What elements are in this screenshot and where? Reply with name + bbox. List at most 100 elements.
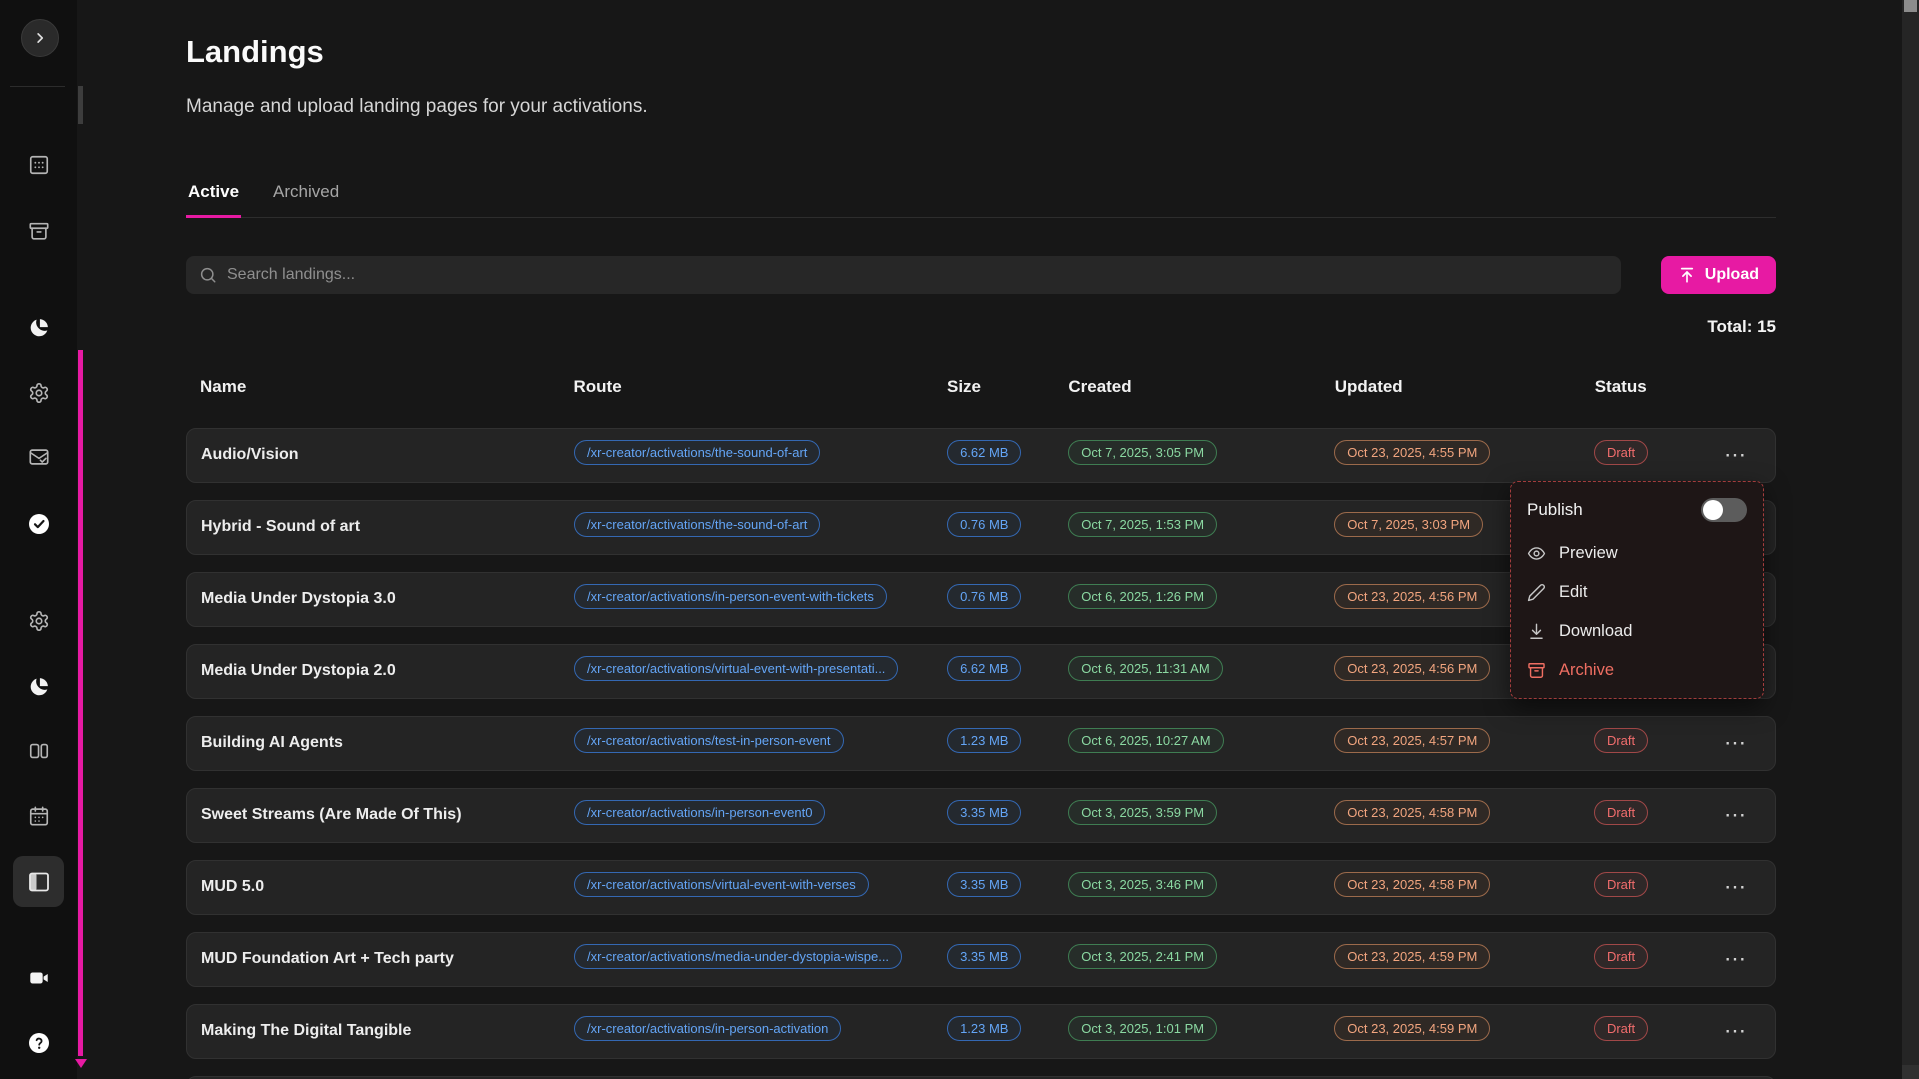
row-name: Hybrid - Sound of art <box>201 518 574 536</box>
sidebar-item-mail[interactable] <box>16 434 61 479</box>
sidebar-item-cards[interactable] <box>16 728 61 773</box>
size-badge: 1.23 MB <box>947 728 1021 753</box>
edit-label: Edit <box>1559 583 1587 602</box>
updated-badge: Oct 23, 2025, 4:59 PM <box>1334 944 1490 969</box>
menu-item-edit[interactable]: Edit <box>1511 573 1763 612</box>
row-name: Making The Digital Tangible <box>201 1022 574 1040</box>
size-badge: 3.35 MB <box>947 872 1021 897</box>
eye-icon <box>1527 544 1546 563</box>
status-badge: Draft <box>1594 728 1648 753</box>
publish-toggle[interactable] <box>1701 498 1747 522</box>
gear-icon <box>28 610 50 632</box>
browser-scrollbar[interactable] <box>1902 0 1919 1079</box>
route-badge: /xr-creator/activations/in-person-event-… <box>574 584 887 609</box>
browser-scrollbar-down-button[interactable] <box>1902 1065 1919 1079</box>
search-box[interactable] <box>186 256 1621 294</box>
download-label: Download <box>1559 622 1632 641</box>
sidebar-scrollbar[interactable] <box>78 0 83 1079</box>
browser-scrollbar-thumb[interactable] <box>1904 0 1917 12</box>
row-name: Sweet Streams (Are Made Of This) <box>201 806 574 824</box>
sidebar-expand-button[interactable] <box>21 19 59 57</box>
menu-item-preview[interactable]: Preview <box>1511 534 1763 573</box>
column-header-size: Size <box>947 377 1068 397</box>
cards-icon <box>28 740 50 762</box>
grid-icon <box>28 154 50 176</box>
sidebar-item-grid[interactable] <box>16 142 61 187</box>
menu-item-publish: Publish <box>1511 486 1763 534</box>
menu-item-archive[interactable]: Archive <box>1511 651 1763 690</box>
table-row[interactable]: Sweet Streams (Are Made Of This) /xr-cre… <box>186 788 1776 843</box>
scrollbar-thumb-pink[interactable] <box>78 350 83 1056</box>
row-actions-button[interactable]: ⋯ <box>1712 730 1760 756</box>
column-header-name: Name <box>200 377 574 397</box>
status-badge: Draft <box>1594 1016 1648 1041</box>
size-badge: 6.62 MB <box>947 656 1021 681</box>
column-header-status: Status <box>1595 377 1713 397</box>
sidebar-divider <box>10 86 65 87</box>
download-icon <box>1527 622 1546 641</box>
gear-icon <box>28 382 50 404</box>
created-badge: Oct 3, 2025, 2:41 PM <box>1068 944 1217 969</box>
scrollbar-thumb-gray[interactable] <box>78 86 83 124</box>
row-actions-button[interactable]: ⋯ <box>1712 874 1760 900</box>
toolbar: Upload <box>186 256 1776 294</box>
table-row[interactable]: MUD 5.0 /xr-creator/activations/virtual-… <box>186 860 1776 915</box>
table-row[interactable]: Making The Digital Tangible /xr-creator/… <box>186 1004 1776 1059</box>
row-actions-button[interactable]: ⋯ <box>1712 442 1760 468</box>
table-row[interactable]: Audio/Vision /xr-creator/activations/the… <box>186 428 1776 483</box>
chevron-right-icon <box>31 29 49 47</box>
row-name: Media Under Dystopia 3.0 <box>201 590 574 608</box>
sidebar-item-video[interactable] <box>16 955 61 1000</box>
column-header-updated: Updated <box>1335 377 1595 397</box>
archive-icon <box>1527 661 1546 680</box>
created-badge: Oct 3, 2025, 1:01 PM <box>1068 1016 1217 1041</box>
tab-archived[interactable]: Archived <box>271 182 341 217</box>
sidebar <box>0 0 77 1079</box>
status-badge: Draft <box>1594 440 1648 465</box>
created-badge: Oct 6, 2025, 11:31 AM <box>1068 656 1222 681</box>
mail-check-icon <box>28 446 50 468</box>
sidebar-item-analytics-2[interactable] <box>16 664 61 709</box>
status-badge: Draft <box>1594 872 1648 897</box>
updated-badge: Oct 23, 2025, 4:56 PM <box>1334 656 1490 681</box>
table-row-partial <box>186 1076 1776 1079</box>
column-header-route: Route <box>574 377 948 397</box>
row-actions-button[interactable]: ⋯ <box>1712 946 1760 972</box>
sidebar-item-tasks[interactable] <box>16 501 61 546</box>
sidebar-item-landings[interactable] <box>13 856 64 907</box>
sidebar-item-settings-2[interactable] <box>16 598 61 643</box>
menu-item-download[interactable]: Download <box>1511 612 1763 651</box>
sidebar-item-analytics[interactable] <box>16 305 61 350</box>
check-circle-icon <box>27 512 51 536</box>
updated-badge: Oct 23, 2025, 4:56 PM <box>1334 584 1490 609</box>
publish-label: Publish <box>1527 500 1583 520</box>
sidebar-item-settings[interactable] <box>16 370 61 415</box>
size-badge: 6.62 MB <box>947 440 1021 465</box>
route-badge: /xr-creator/activations/in-person-activa… <box>574 1016 841 1041</box>
table-row[interactable]: Building AI Agents /xr-creator/activatio… <box>186 716 1776 771</box>
search-icon <box>199 266 217 284</box>
sidebar-item-calendar[interactable] <box>16 793 61 838</box>
pencil-icon <box>1527 583 1546 602</box>
upload-button[interactable]: Upload <box>1661 256 1776 294</box>
upload-icon <box>1678 266 1696 284</box>
row-actions-button[interactable]: ⋯ <box>1712 802 1760 828</box>
preview-label: Preview <box>1559 544 1618 563</box>
upload-label: Upload <box>1705 266 1759 284</box>
table-row[interactable]: MUD Foundation Art + Tech party /xr-crea… <box>186 932 1776 987</box>
column-header-created: Created <box>1068 377 1334 397</box>
search-input[interactable] <box>227 266 1608 284</box>
sidebar-item-archive[interactable] <box>16 208 61 253</box>
status-badge: Draft <box>1594 800 1648 825</box>
archive-icon <box>28 220 50 242</box>
created-badge: Oct 7, 2025, 1:53 PM <box>1068 512 1217 537</box>
row-name: Audio/Vision <box>201 446 574 464</box>
row-actions-button[interactable]: ⋯ <box>1712 1018 1760 1044</box>
route-badge: /xr-creator/activations/in-person-event0 <box>574 800 825 825</box>
page-title: Landings <box>186 34 1776 70</box>
tab-active[interactable]: Active <box>186 182 241 218</box>
sidebar-item-help[interactable] <box>16 1020 61 1065</box>
updated-badge: Oct 23, 2025, 4:58 PM <box>1334 872 1490 897</box>
updated-badge: Oct 23, 2025, 4:59 PM <box>1334 1016 1490 1041</box>
created-badge: Oct 6, 2025, 10:27 AM <box>1068 728 1223 753</box>
